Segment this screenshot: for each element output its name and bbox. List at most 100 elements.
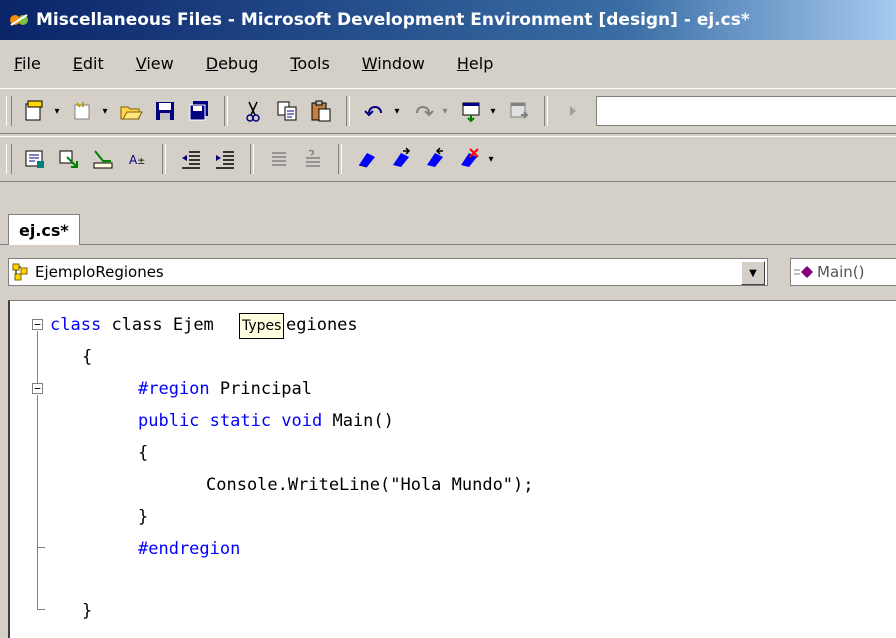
code-line-6: Console.WriteLine("Hola Mundo");: [206, 475, 534, 495]
method-name: Main(): [322, 411, 394, 431]
code-line-5: {: [138, 443, 149, 463]
bookmark-next-icon: [393, 147, 411, 167]
navigate-dropdown[interactable]: ▾: [488, 96, 498, 126]
visual-studio-icon: [10, 14, 28, 26]
undo-dropdown[interactable]: ▾: [392, 96, 402, 126]
window-forward-icon: [510, 102, 529, 119]
outline-line: [37, 395, 38, 547]
menu-debug[interactable]: Debug: [200, 50, 265, 77]
toolbar-separator: [544, 96, 548, 126]
display-parameter-info-button[interactable]: [54, 144, 84, 174]
class-icon: [12, 263, 28, 281]
display-quick-info-button[interactable]: [88, 144, 118, 174]
method-modifiers: public static void: [138, 411, 323, 431]
clear-bookmarks-button[interactable]: [454, 144, 484, 174]
title-bar[interactable]: Miscellaneous Files - Microsoft Developm…: [0, 0, 896, 40]
svg-text:±: ±: [137, 156, 145, 167]
keyword-endregion: #endregion: [138, 539, 241, 559]
uncomment-button[interactable]: [298, 144, 328, 174]
increase-indent-button[interactable]: [210, 144, 240, 174]
decrease-indent-button[interactable]: [176, 144, 206, 174]
code-line-8: #endregion: [138, 533, 240, 565]
class-dropdown-value: EjemploRegiones: [35, 263, 164, 281]
parameter-info-icon: [59, 150, 78, 168]
toolbar-separator: [346, 96, 350, 126]
code-line-4: public static void Main(): [138, 405, 394, 437]
collapse-region-toggle[interactable]: −: [32, 383, 43, 394]
open-button[interactable]: [116, 96, 146, 126]
code-line-3: #region Principal: [138, 373, 312, 405]
class-name-end: egiones: [286, 315, 358, 335]
bookmark-previous-icon: [427, 147, 443, 167]
toggle-bookmark-button[interactable]: [352, 144, 382, 174]
next-bookmark-button[interactable]: [386, 144, 416, 174]
outline-line: [37, 609, 45, 610]
new-project-button[interactable]: [20, 96, 50, 126]
menu-help[interactable]: Help: [451, 50, 499, 77]
code-line-2: {: [82, 347, 93, 367]
region-name: Principal: [209, 379, 313, 399]
keyword-class: class: [50, 315, 102, 335]
toolbar-separator: [338, 144, 342, 174]
comment-out-button[interactable]: [264, 144, 294, 174]
display-word-completion-button[interactable]: A ±: [122, 144, 152, 174]
types-tooltip: Types: [239, 313, 285, 339]
class-dropdown-arrow[interactable]: ▼: [741, 261, 765, 285]
redo-dropdown[interactable]: ▾: [440, 96, 450, 126]
word-completion-icon: A ±: [129, 153, 145, 167]
add-item-dropdown[interactable]: ▾: [100, 96, 110, 126]
tab-ej-cs[interactable]: ej.cs*: [8, 214, 80, 245]
comment-lines-icon: [272, 152, 286, 166]
toolbar-grip[interactable]: [6, 144, 12, 174]
bookmark-clear-icon: [461, 148, 479, 167]
member-dropdown[interactable]: Main(): [790, 258, 896, 286]
copy-button[interactable]: [272, 96, 302, 126]
class-name-start: class Ejem: [111, 315, 214, 335]
outdent-icon: [182, 151, 200, 169]
undo-button[interactable]: [360, 96, 390, 126]
outline-line: [37, 547, 45, 548]
menu-tools[interactable]: Tools: [284, 50, 335, 77]
code-line-9: }: [82, 601, 93, 621]
navigate-backward-button[interactable]: [456, 96, 486, 126]
open-folder-icon: [120, 106, 143, 120]
display-object-member-list-button[interactable]: [20, 144, 50, 174]
class-dropdown[interactable]: EjemploRegiones ▼: [8, 258, 768, 286]
toolbar-grip[interactable]: [6, 96, 12, 126]
save-button[interactable]: [150, 96, 180, 126]
toolbar-options-dropdown[interactable]: ▾: [486, 144, 496, 174]
method-icon: [794, 266, 813, 278]
copy-icon: [277, 101, 297, 121]
add-item-icon: [74, 102, 90, 120]
start-button[interactable]: [558, 96, 588, 126]
add-item-button[interactable]: [68, 96, 98, 126]
code-line-7: }: [138, 507, 149, 527]
code-editor[interactable]: − − class class Ejem Types egiones { #re…: [8, 300, 896, 638]
scissors-icon: [246, 101, 260, 122]
member-list-icon: [25, 150, 44, 168]
paste-button[interactable]: [306, 96, 336, 126]
keyword-region: #region: [138, 379, 210, 399]
save-all-icon: [189, 101, 208, 121]
solution-configuration-input[interactable]: [596, 96, 896, 126]
new-project-dropdown[interactable]: ▾: [52, 96, 62, 126]
quick-info-icon: [93, 150, 113, 169]
collapse-class-toggle[interactable]: −: [32, 319, 43, 330]
redo-button[interactable]: [408, 96, 438, 126]
code-line-1-end: egiones: [286, 309, 358, 341]
menu-view[interactable]: View: [130, 50, 180, 77]
toolbar-separator: [224, 96, 228, 126]
save-icon: [156, 102, 174, 120]
menu-file[interactable]: File: [8, 50, 47, 77]
standard-toolbar: ▾ ▾ ▾ ▾ ▾: [0, 88, 896, 134]
save-all-button[interactable]: [184, 96, 214, 126]
code-line-1: class class Ejem: [50, 309, 214, 341]
navigate-forward-button[interactable]: [504, 96, 534, 126]
uncomment-lines-icon: [306, 149, 320, 167]
cut-button[interactable]: [238, 96, 268, 126]
menu-edit[interactable]: Edit: [67, 50, 110, 77]
menu-window[interactable]: Window: [356, 50, 431, 77]
paste-icon: [311, 100, 331, 122]
outline-line: [37, 547, 38, 609]
previous-bookmark-button[interactable]: [420, 144, 450, 174]
